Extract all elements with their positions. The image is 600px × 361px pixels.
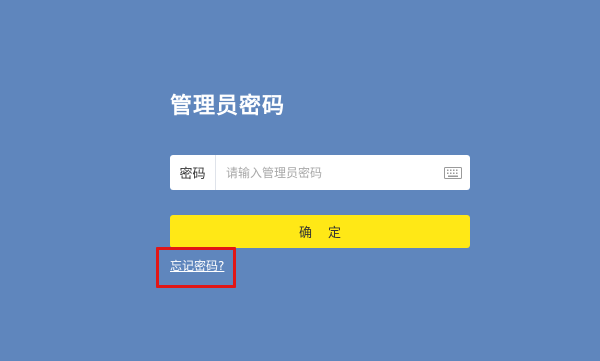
password-label: 密码 bbox=[170, 155, 216, 190]
page-title: 管理员密码 bbox=[170, 94, 286, 119]
password-field-group: 密码 bbox=[170, 155, 470, 190]
confirm-button[interactable]: 确定 bbox=[170, 215, 470, 248]
password-input[interactable] bbox=[216, 155, 436, 190]
keyboard-icon[interactable] bbox=[436, 155, 470, 190]
highlight-box bbox=[156, 247, 236, 288]
